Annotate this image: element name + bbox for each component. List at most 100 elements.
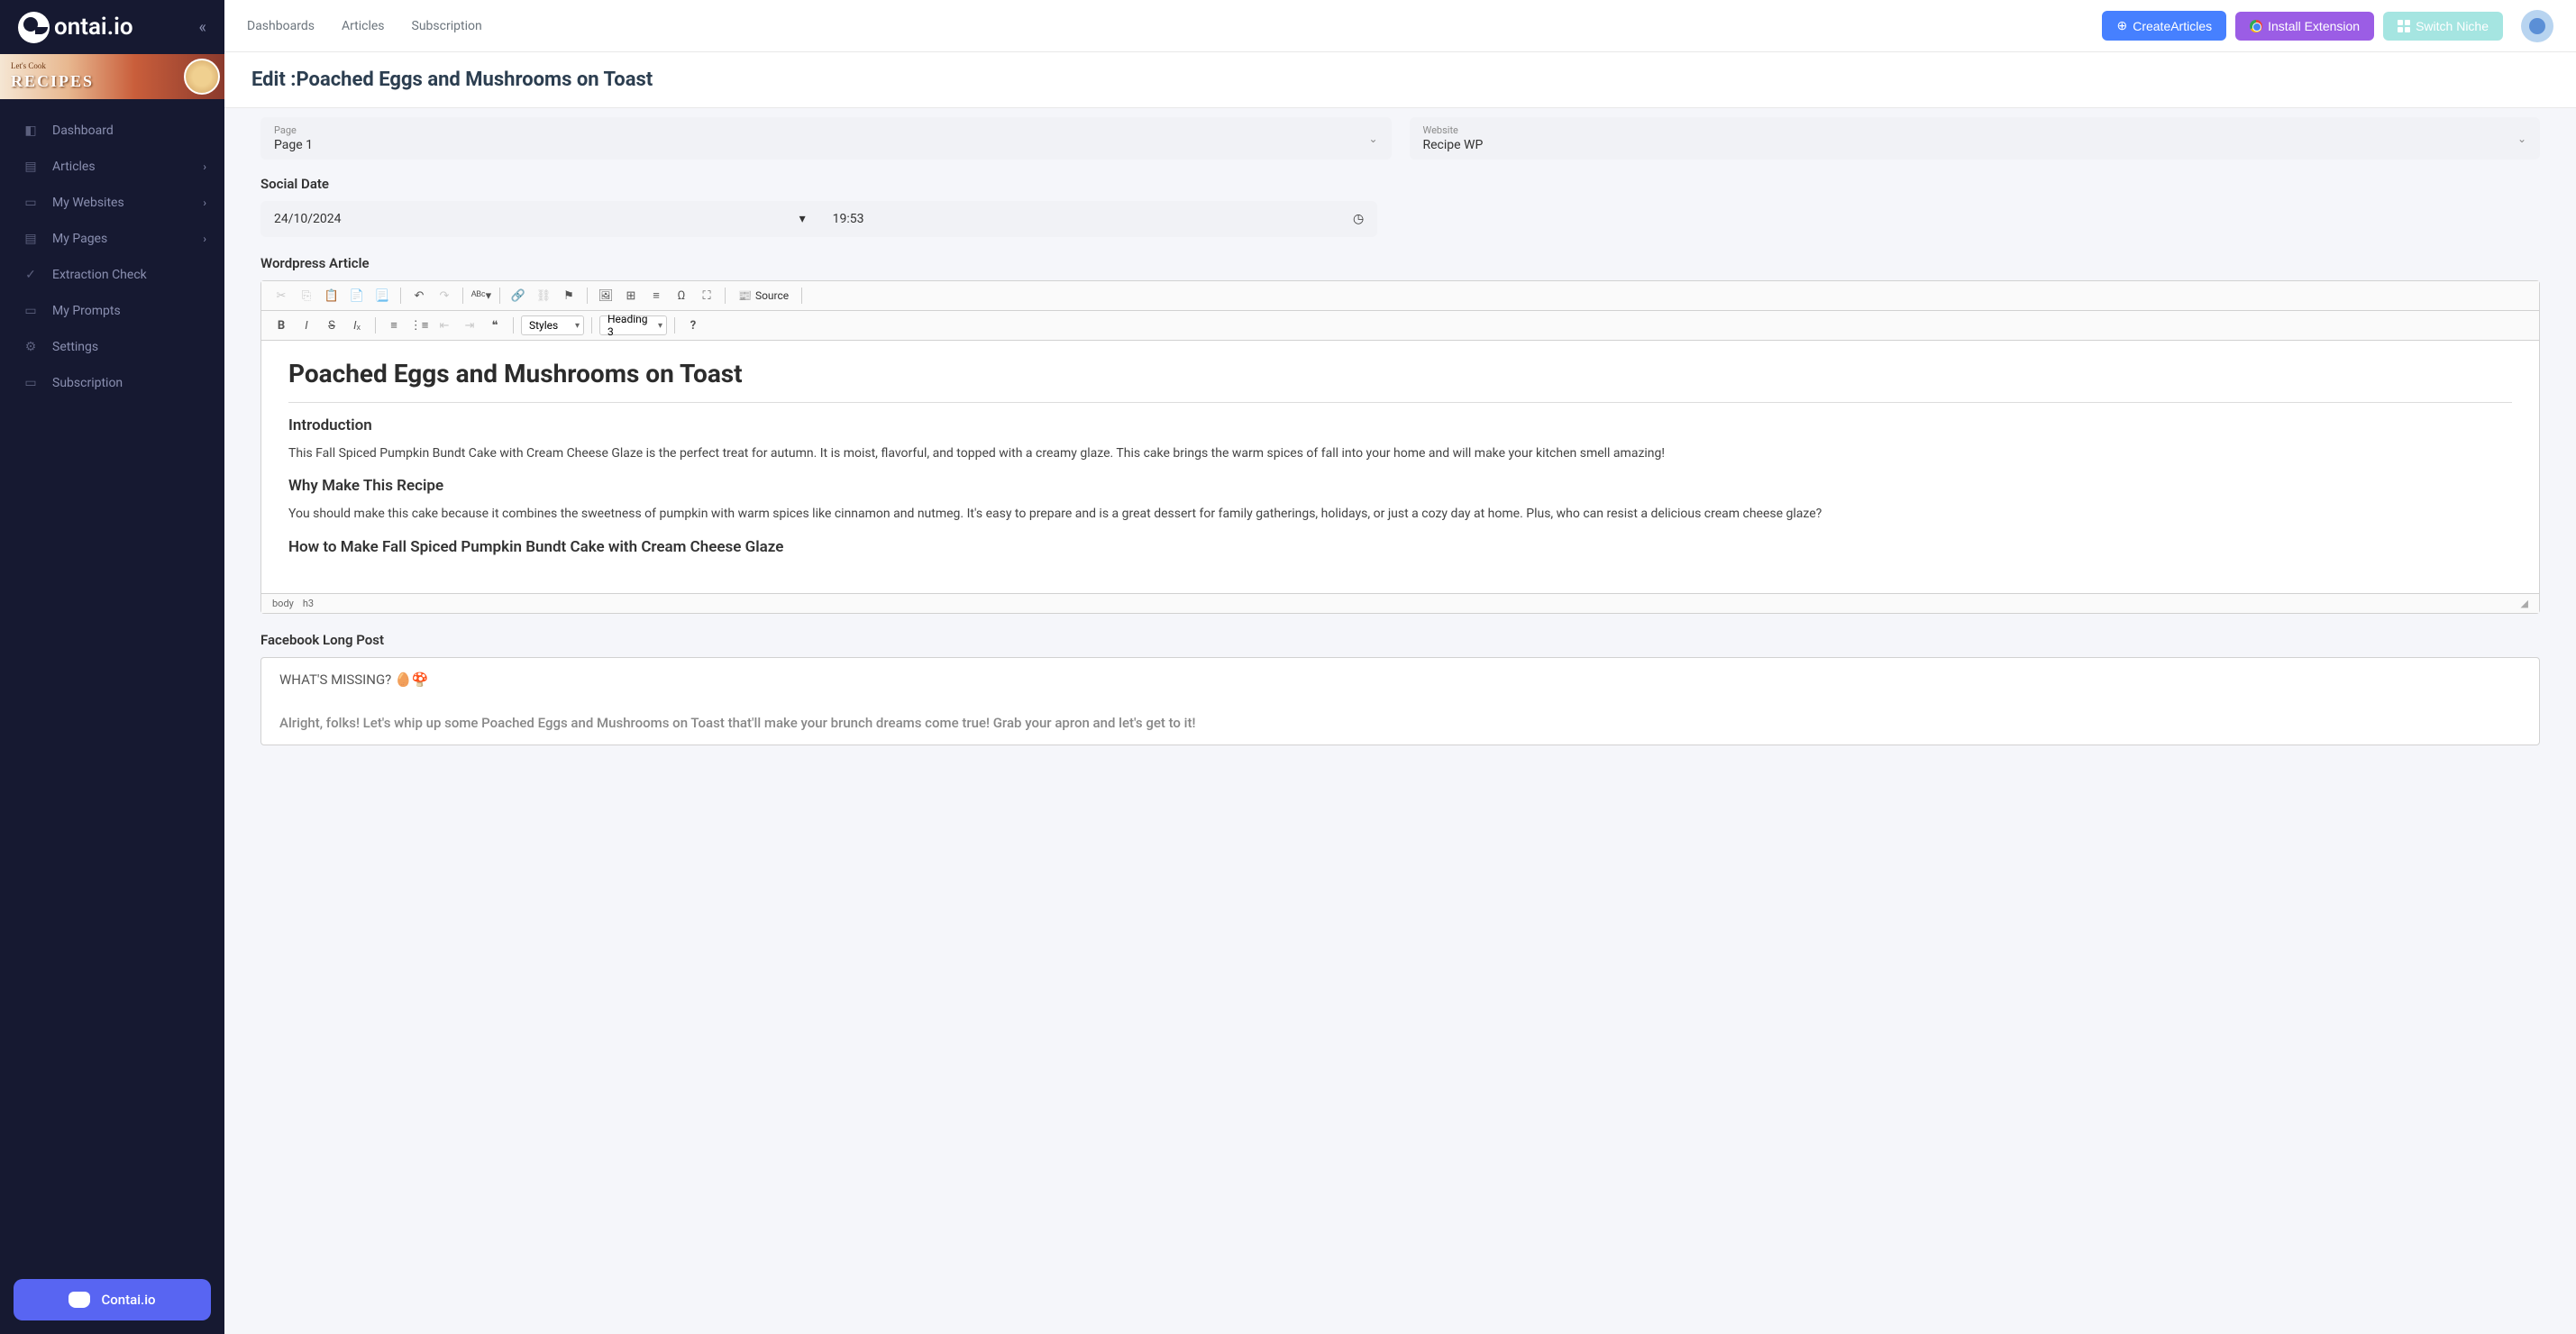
paste-icon[interactable]: 📋 xyxy=(321,285,343,306)
remove-format-icon[interactable]: Iₓ xyxy=(346,315,368,336)
numbered-list-icon[interactable]: ≡ xyxy=(383,315,405,336)
sidebar-item-extraction[interactable]: ✓ Extraction Check xyxy=(0,257,224,293)
main-content: Dashboards Articles Subscription ⊕ Creat… xyxy=(224,0,2576,1334)
grid-icon xyxy=(2398,20,2410,32)
article-paragraph: You should make this cake because it com… xyxy=(288,504,2512,524)
collapse-sidebar-icon[interactable]: « xyxy=(199,18,206,37)
article-heading: Introduction xyxy=(288,416,2512,434)
prompts-icon: ▭ xyxy=(23,303,39,319)
source-icon: 📰 xyxy=(738,289,752,302)
clock-icon: ◷ xyxy=(1353,212,1364,226)
sidebar-item-settings[interactable]: ⚙ Settings xyxy=(0,329,224,365)
source-button[interactable]: 📰 Source xyxy=(733,288,794,304)
articles-icon: ▤ xyxy=(23,159,39,175)
subscription-icon: ▭ xyxy=(23,375,39,391)
discord-icon xyxy=(69,1292,90,1308)
paste-word-icon[interactable]: 📃 xyxy=(371,285,393,306)
sidebar-item-subscription[interactable]: ▭ Subscription xyxy=(0,365,224,401)
editor-toolbar-row1: ✂ ⎘ 📋 📄 📃 ↶ ↷ ᴬᴮᶜ▾ 🔗 ⛓ ⚑ 🖼 ⊞ ≡ Ω ⛶ xyxy=(261,281,2539,311)
website-select[interactable]: Website Recipe WP ⌄ xyxy=(1410,117,2541,160)
sidebar-item-pages[interactable]: ▤ My Pages › xyxy=(0,221,224,257)
topnav-articles[interactable]: Articles xyxy=(342,19,385,33)
page-select[interactable]: Page Page 1 ⌄ xyxy=(260,117,1392,160)
editor-content[interactable]: Poached Eggs and Mushrooms on Toast Intr… xyxy=(261,341,2539,593)
cut-icon[interactable]: ✂ xyxy=(270,285,292,306)
copy-icon[interactable]: ⎘ xyxy=(296,285,317,306)
topnav-dashboards[interactable]: Dashboards xyxy=(247,19,315,33)
plus-circle-icon: ⊕ xyxy=(2116,18,2127,33)
bold-icon[interactable]: B xyxy=(270,315,292,336)
app-logo[interactable]: ontai.io xyxy=(18,12,133,43)
spellcheck-icon[interactable]: ᴬᴮᶜ▾ xyxy=(470,285,492,306)
facebook-post-editor[interactable]: WHAT'S MISSING? 🥚🍄 Alright, folks! Let's… xyxy=(260,657,2540,745)
hr-icon[interactable]: ≡ xyxy=(645,285,667,306)
niche-banner[interactable]: Let's Cook RECIPES xyxy=(0,54,224,99)
bullet-list-icon[interactable]: ⋮≡ xyxy=(408,315,430,336)
facebook-label: Facebook Long Post xyxy=(260,632,2540,648)
chevron-right-icon: › xyxy=(203,196,206,209)
install-extension-button[interactable]: Install Extension xyxy=(2235,12,2374,41)
redo-icon[interactable]: ↷ xyxy=(434,285,455,306)
dashboard-icon: ◧ xyxy=(23,123,39,139)
article-paragraph: This Fall Spiced Pumpkin Bundt Cake with… xyxy=(288,443,2512,463)
special-char-icon[interactable]: Ω xyxy=(671,285,692,306)
logo-area: ontai.io « xyxy=(0,0,224,54)
unlink-icon[interactable]: ⛓ xyxy=(533,285,554,306)
topnav-subscription[interactable]: Subscription xyxy=(412,19,482,33)
editor-toolbar-row2: B I S Iₓ ≡ ⋮≡ ⇤ ⇥ ❝ Styles Heading 3 xyxy=(261,311,2539,341)
fb-line2: Alright, folks! Let's whip up some Poach… xyxy=(279,715,2521,731)
time-input[interactable]: 19:53 ◷ xyxy=(819,201,1378,237)
logo-mark-icon xyxy=(18,12,50,43)
discord-button[interactable]: Contai.io xyxy=(14,1279,211,1320)
websites-icon: ▭ xyxy=(23,195,39,211)
maximize-icon[interactable]: ⛶ xyxy=(696,285,717,306)
sidebar-item-articles[interactable]: ▤ Articles › xyxy=(0,149,224,185)
strikethrough-icon[interactable]: S xyxy=(321,315,343,336)
styles-select[interactable]: Styles xyxy=(521,315,584,335)
sidebar: ontai.io « Let's Cook RECIPES ◧ Dashboar… xyxy=(0,0,224,1334)
path-h3[interactable]: h3 xyxy=(303,598,314,609)
switch-niche-button[interactable]: Switch Niche xyxy=(2383,12,2503,41)
banner-image-icon xyxy=(184,59,220,95)
top-nav: Dashboards Articles Subscription xyxy=(247,19,482,33)
gear-icon: ⚙ xyxy=(23,339,39,355)
chevron-right-icon: › xyxy=(203,160,206,173)
page-header: Edit :Poached Eggs and Mushrooms on Toas… xyxy=(224,52,2576,108)
chevron-right-icon: › xyxy=(203,233,206,245)
content-area: Page Page 1 ⌄ Website Recipe WP ⌄ Social… xyxy=(224,108,2576,1334)
date-input[interactable]: 24/10/2024 ▾ xyxy=(260,201,819,237)
page-title: Edit :Poached Eggs and Mushrooms on Toas… xyxy=(251,69,2549,91)
anchor-icon[interactable]: ⚑ xyxy=(558,285,580,306)
table-icon[interactable]: ⊞ xyxy=(620,285,642,306)
italic-icon[interactable]: I xyxy=(296,315,317,336)
sidebar-item-dashboard[interactable]: ◧ Dashboard xyxy=(0,113,224,149)
resize-handle-icon[interactable]: ◢ xyxy=(2521,598,2528,609)
chevron-down-icon: ⌄ xyxy=(2517,132,2526,145)
article-title: Poached Eggs and Mushrooms on Toast xyxy=(288,359,2512,388)
sidebar-item-websites[interactable]: ▭ My Websites › xyxy=(0,185,224,221)
avatar[interactable] xyxy=(2521,10,2553,42)
create-articles-button[interactable]: ⊕ CreateArticles xyxy=(2102,11,2226,41)
indent-icon[interactable]: ⇥ xyxy=(459,315,480,336)
path-body[interactable]: body xyxy=(272,598,294,609)
help-icon[interactable]: ? xyxy=(682,315,704,336)
pages-icon: ▤ xyxy=(23,231,39,247)
chevron-down-icon: ⌄ xyxy=(1368,132,1377,145)
sidebar-item-prompts[interactable]: ▭ My Prompts xyxy=(0,293,224,329)
logo-text: ontai.io xyxy=(54,14,133,41)
article-heading: How to Make Fall Spiced Pumpkin Bundt Ca… xyxy=(288,538,2512,556)
sidebar-nav: ◧ Dashboard ▤ Articles › ▭ My Websites ›… xyxy=(0,99,224,1265)
link-icon[interactable]: 🔗 xyxy=(507,285,529,306)
editor-footer: body h3 ◢ xyxy=(261,593,2539,613)
topbar: Dashboards Articles Subscription ⊕ Creat… xyxy=(224,0,2576,52)
social-date-label: Social Date xyxy=(260,176,2540,192)
top-actions: ⊕ CreateArticles Install Extension Switc… xyxy=(2102,10,2553,42)
wordpress-label: Wordpress Article xyxy=(260,255,2540,271)
calendar-icon: ▾ xyxy=(799,212,806,226)
undo-icon[interactable]: ↶ xyxy=(408,285,430,306)
blockquote-icon[interactable]: ❝ xyxy=(484,315,506,336)
format-select[interactable]: Heading 3 xyxy=(599,315,667,335)
image-icon[interactable]: 🖼 xyxy=(595,285,617,306)
paste-text-icon[interactable]: 📄 xyxy=(346,285,368,306)
outdent-icon[interactable]: ⇤ xyxy=(434,315,455,336)
